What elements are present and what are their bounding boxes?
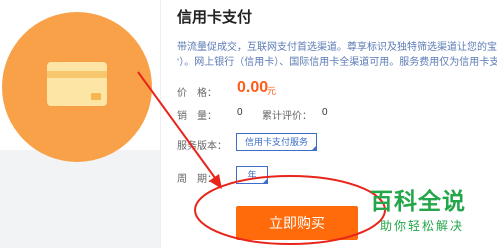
product-description-line-2: ‘）。网上银行（信用卡）、国际信用卡全渠道可用。服务费用仅为信用卡支付 bbox=[177, 57, 497, 68]
card-stripe bbox=[47, 71, 107, 78]
sales-label: 销 量： bbox=[177, 111, 217, 122]
credit-card-icon bbox=[47, 62, 107, 106]
product-image-panel bbox=[0, 0, 160, 248]
reviews-value: 0 bbox=[322, 107, 328, 118]
reviews-label: 累计评价： bbox=[262, 111, 312, 122]
sales-value: 0 bbox=[237, 107, 243, 118]
watermark-subtitle: 助你轻松解决 bbox=[380, 219, 465, 233]
product-description-line-1: 带流量促成交，互联网支付首选渠道。尊享标识及独特筛选渠道让您的宝贝更靠 bbox=[177, 42, 497, 53]
product-title: 信用卡支付 bbox=[177, 9, 253, 26]
card-chip bbox=[91, 93, 101, 100]
watermark-title: 百科全说 bbox=[370, 188, 466, 214]
price-unit: 元 bbox=[267, 86, 277, 96]
period-option[interactable]: 年 bbox=[236, 166, 268, 184]
price-label: 价 格： bbox=[177, 88, 217, 99]
service-version-label: 服务版本： bbox=[177, 141, 227, 152]
service-version-option[interactable]: 信用卡支付服务 bbox=[236, 133, 318, 151]
buy-now-button[interactable]: 立即购买 bbox=[236, 206, 358, 240]
price-value: 0.00 bbox=[237, 79, 269, 96]
panel-divider bbox=[160, 0, 161, 248]
period-label: 周 期： bbox=[177, 174, 217, 185]
watermark: 百科全说 助你轻松解决 bbox=[366, 180, 496, 244]
image-panel-background bbox=[0, 150, 160, 248]
